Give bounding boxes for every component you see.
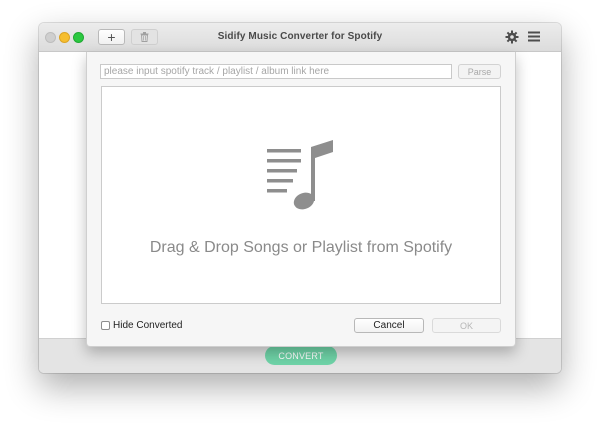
hide-converted-checkbox[interactable] bbox=[101, 321, 110, 330]
drop-instruction-text: Drag & Drop Songs or Playlist from Spoti… bbox=[149, 239, 453, 256]
hamburger-menu-icon[interactable] bbox=[528, 31, 540, 42]
hide-converted-label: Hide Converted bbox=[113, 320, 183, 331]
ok-button[interactable]: OK bbox=[432, 318, 501, 333]
hide-converted-option[interactable]: Hide Converted bbox=[101, 320, 182, 331]
cancel-button[interactable]: Cancel bbox=[354, 318, 424, 333]
music-playlist-icon bbox=[267, 140, 333, 210]
link-input[interactable] bbox=[100, 64, 452, 79]
parse-button[interactable]: Parse bbox=[458, 64, 501, 79]
gear-icon[interactable] bbox=[505, 30, 519, 44]
add-songs-dialog: Parse Drag & Drop Songs or Playlist from… bbox=[86, 52, 516, 347]
screen: + Sidify Music Converter for Spotify CON… bbox=[0, 0, 600, 430]
drop-zone[interactable]: Drag & Drop Songs or Playlist from Spoti… bbox=[101, 86, 501, 304]
title-bar[interactable]: + Sidify Music Converter for Spotify bbox=[39, 23, 561, 52]
window-title: Sidify Music Converter for Spotify bbox=[217, 31, 383, 42]
convert-button[interactable]: CONVERT bbox=[265, 346, 337, 365]
